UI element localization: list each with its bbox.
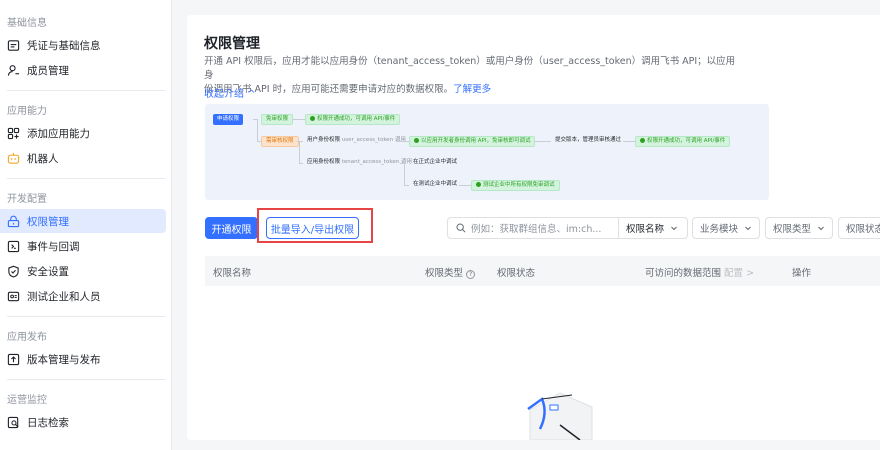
sidebar-divider — [7, 316, 165, 317]
permission-flow-diagram: 申请权限 免审权限 权限开通成功，可调用 API/事件 需审核权限 用户身份权限… — [205, 104, 769, 200]
upload-icon — [7, 353, 20, 366]
search-field-select[interactable]: 权限名称 — [619, 217, 688, 239]
desc-line1: 开通 API 权限后，应用才能以应用身份（tenant_access_token… — [204, 56, 736, 81]
annotation-highlight-box — [257, 208, 373, 243]
sidebar: 基础信息 凭证与基础信息 成员管理 应用能力 添加应用能力 机器人 开发配置 权… — [0, 0, 172, 450]
success-icon — [476, 181, 481, 187]
section-title-dev: 开发配置 — [7, 194, 47, 205]
test-icon — [7, 290, 20, 303]
flow-connector — [299, 141, 300, 163]
lock-icon — [7, 215, 20, 228]
sidebar-item-security[interactable]: 安全设置 — [0, 259, 166, 283]
col-data-scope: 可访问的数据范围 配置 > — [645, 268, 755, 279]
col-permission-type: 权限类型 ? — [425, 265, 476, 279]
flow-free: 免审权限 — [261, 114, 294, 125]
flow-submit: 提交版本，管理员审核通过 — [555, 137, 622, 143]
search-icon — [456, 223, 471, 233]
scope-config-link[interactable]: 配置 > — [724, 268, 754, 279]
sidebar-item-test-tenant[interactable]: 测试企业和人员 — [0, 284, 166, 308]
user-icon — [7, 64, 20, 77]
flow-review-result: 权限开通成功，可调用 API/事件 — [635, 136, 731, 147]
sidebar-item-label: 测试企业和人员 — [27, 290, 101, 303]
flow-test-result: 测试企业中所有权限免审调试 — [471, 180, 560, 191]
shield-icon — [7, 265, 20, 278]
sidebar-item-log-search[interactable]: 日志检索 — [0, 410, 166, 434]
chevron-down-icon — [745, 226, 751, 231]
help-icon[interactable]: ? — [466, 270, 476, 279]
sidebar-item-label: 安全设置 — [27, 265, 69, 278]
success-icon — [414, 137, 419, 143]
page-title: 权限管理 — [204, 36, 260, 52]
flow-connector — [623, 141, 635, 142]
empty-state-illustration — [527, 392, 593, 440]
sidebar-item-label: 版本管理与发布 — [27, 353, 101, 366]
flow-user-identity: 用户身份权限 user_access_token 调用 — [307, 137, 406, 143]
sidebar-item-label: 添加应用能力 — [27, 127, 90, 140]
select-label: 业务模块 — [700, 224, 739, 235]
flow-formal: 在正式企业中调试 — [413, 159, 458, 165]
select-label: 权限名称 — [626, 224, 665, 235]
enable-permission-button[interactable]: 开通权限 — [205, 217, 258, 239]
bot-icon — [7, 152, 20, 165]
flow-connector — [400, 163, 406, 164]
success-icon — [310, 115, 315, 121]
sidebar-item-bot[interactable]: 机器人 — [0, 146, 166, 170]
flow-connector — [293, 119, 305, 120]
select-label: 权限状态 — [846, 224, 880, 235]
flow-review: 需审核权限 — [261, 136, 299, 147]
flow-connector — [535, 141, 551, 142]
sidebar-divider — [7, 90, 165, 91]
col-permission-name: 权限名称 — [213, 268, 252, 279]
flow-free-result: 权限开通成功，可调用 API/事件 — [305, 114, 401, 125]
log-search-icon — [7, 416, 20, 429]
chevron-down-icon — [818, 226, 824, 231]
flow-apply: 申请权限 — [213, 114, 244, 125]
business-module-filter[interactable]: 业务模块 — [692, 217, 760, 239]
section-title-capabilities: 应用能力 — [7, 106, 47, 117]
apps-icon — [7, 127, 20, 140]
sidebar-divider — [7, 178, 165, 179]
sidebar-item-members[interactable]: 成员管理 — [0, 58, 166, 82]
flow-connector — [397, 141, 409, 142]
event-icon — [7, 240, 20, 253]
sidebar-item-label: 凭证与基础信息 — [27, 39, 101, 52]
flow-connector — [257, 119, 258, 141]
permission-type-filter[interactable]: 权限类型 — [765, 217, 833, 239]
section-title-release: 应用发布 — [7, 332, 47, 343]
flow-connector — [404, 163, 405, 185]
section-title-monitor: 运营监控 — [7, 395, 47, 406]
select-label: 权限类型 — [773, 224, 812, 235]
permission-search-input[interactable]: 例如：获取群组信息、im:ch... — [447, 217, 619, 239]
col-permission-status: 权限状态 — [497, 268, 536, 279]
flow-user-call: 以应用开发者身份调用 API，免审核即可调试 — [409, 136, 536, 147]
table-header — [205, 256, 880, 286]
sidebar-item-versions[interactable]: 版本管理与发布 — [0, 347, 166, 371]
learn-more-link[interactable]: 了解更多 — [453, 84, 491, 95]
sidebar-divider — [7, 379, 165, 380]
col-actions: 操作 — [792, 268, 812, 279]
sidebar-item-permissions[interactable]: 权限管理 — [0, 209, 166, 233]
sidebar-item-add-capability[interactable]: 添加应用能力 — [0, 121, 166, 145]
sidebar-item-label: 机器人 — [27, 152, 59, 165]
sidebar-item-credentials[interactable]: 凭证与基础信息 — [0, 33, 166, 57]
search-placeholder: 例如：获取群组信息、im:ch... — [471, 224, 602, 235]
sidebar-item-label: 事件与回调 — [27, 240, 80, 253]
sidebar-item-events[interactable]: 事件与回调 — [0, 234, 166, 258]
sidebar-item-label: 权限管理 — [27, 215, 69, 228]
collapse-intro-link[interactable]: 收起介绍 ^ — [204, 85, 256, 100]
permission-status-filter[interactable]: 权限状态 — [838, 217, 880, 239]
chevron-down-icon — [671, 226, 677, 231]
success-icon — [640, 137, 645, 143]
flow-test: 在测试企业中调试 — [413, 181, 458, 187]
section-title-basic: 基础信息 — [7, 18, 47, 29]
credential-icon — [7, 39, 20, 52]
sidebar-item-label: 日志检索 — [27, 416, 69, 429]
flow-connector — [459, 185, 471, 186]
sidebar-item-label: 成员管理 — [27, 64, 69, 77]
permission-description: 开通 API 权限后，应用才能以应用身份（tenant_access_token… — [204, 55, 744, 97]
